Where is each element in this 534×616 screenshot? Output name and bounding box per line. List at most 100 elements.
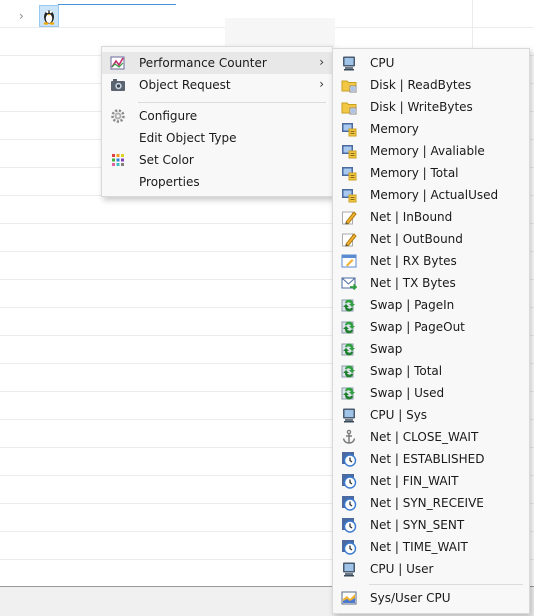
submenu-item-label: Swap — [370, 342, 403, 356]
submenu-item[interactable]: Net | TX Bytes — [333, 272, 529, 294]
submenu-item-label: Disk | WriteBytes — [370, 100, 473, 114]
submenu-item-label: CPU | Sys — [370, 408, 428, 422]
submenu-item-label: Disk | ReadBytes — [370, 78, 472, 92]
submenu-item[interactable]: Net | RX Bytes — [333, 250, 529, 272]
mail-icon — [341, 275, 357, 291]
menu-item-object-request[interactable]: Object Request › — [102, 74, 332, 96]
pencil-icon — [341, 209, 357, 225]
submenu-item-label: Swap | PageOut — [370, 320, 465, 334]
submenu-item[interactable]: Net | SYN_SENT — [333, 514, 529, 536]
tooltip-shadow — [225, 18, 335, 46]
submenu-item-label: CPU — [370, 56, 395, 70]
menu-item-label: Edit Object Type — [139, 131, 237, 145]
memory-icon — [341, 165, 357, 181]
swap-icon — [341, 341, 357, 357]
submenu-item-label: Net | TX Bytes — [370, 276, 456, 290]
menu-item-label: Properties — [139, 175, 200, 189]
menu-item-properties[interactable]: Properties — [102, 171, 332, 193]
swap-icon — [341, 385, 357, 401]
submenu-item[interactable]: Memory — [333, 118, 529, 140]
submenu-item[interactable]: CPU | User — [333, 558, 529, 580]
submenu-item-label: Net | InBound — [370, 210, 453, 224]
submenu-item[interactable]: Net | OutBound — [333, 228, 529, 250]
submenu-arrow-icon: › — [319, 55, 324, 69]
submenu-item[interactable]: Swap | Used — [333, 382, 529, 404]
submenu-item-label: Memory | Total — [370, 166, 459, 180]
clock-icon — [341, 517, 357, 533]
submenu-item-label: Swap | Total — [370, 364, 443, 378]
submenu-item[interactable]: Disk | ReadBytes — [333, 74, 529, 96]
color-grid-icon — [110, 152, 126, 168]
chart-icon — [110, 55, 126, 71]
swap-icon — [341, 363, 357, 379]
monitor-icon — [341, 407, 357, 423]
submenu-item-label: Net | CLOSE_WAIT — [370, 430, 479, 444]
submenu-item[interactable]: Net | InBound — [333, 206, 529, 228]
menu-item-configure[interactable]: Configure — [102, 105, 332, 127]
linux-penguin-icon[interactable] — [39, 5, 59, 27]
submenu-item[interactable]: CPU | Sys — [333, 404, 529, 426]
submenu-item-label: Memory — [370, 122, 419, 136]
selection-underline — [58, 4, 176, 5]
clock-icon — [341, 473, 357, 489]
submenu-item-label: Net | TIME_WAIT — [370, 540, 468, 554]
menu-item-performance-counter[interactable]: Performance Counter › — [102, 52, 332, 74]
submenu-item[interactable]: Net | CLOSE_WAIT — [333, 426, 529, 448]
submenu-item[interactable]: Swap — [333, 338, 529, 360]
clock-icon — [341, 495, 357, 511]
clock-icon — [341, 539, 357, 555]
submenu-item-label: Swap | PageIn — [370, 298, 455, 312]
submenu-item-label: Net | ESTABLISHED — [370, 452, 485, 466]
submenu-arrow-icon: › — [319, 77, 324, 91]
submenu-item-label: Net | SYN_SENT — [370, 518, 465, 532]
menu-item-label: Object Request — [139, 78, 231, 92]
submenu-item-label: Memory | Avaliable — [370, 144, 485, 158]
submenu-item-label: CPU | User — [370, 562, 434, 576]
menu-item-label: Configure — [139, 109, 198, 123]
menu-item-label: Set Color — [139, 153, 194, 167]
pencil-icon — [341, 231, 357, 247]
monitor-icon — [341, 561, 357, 577]
swap-icon — [341, 319, 357, 335]
monitor-icon — [341, 55, 357, 71]
submenu-item[interactable]: Memory | Total — [333, 162, 529, 184]
menu-item-edit-object-type[interactable]: Edit Object Type — [102, 127, 332, 149]
submenu-item-label: Net | OutBound — [370, 232, 463, 246]
area-chart-icon — [341, 590, 357, 606]
anchor-icon — [341, 429, 357, 445]
camera-icon — [110, 77, 126, 93]
folder-icon — [341, 99, 357, 115]
submenu-item-label: Swap | Used — [370, 386, 445, 400]
menu-item-label: Performance Counter — [139, 56, 267, 70]
submenu-item[interactable]: Swap | PageOut — [333, 316, 529, 338]
submenu-item[interactable]: Net | SYN_RECEIVE — [333, 492, 529, 514]
folder-icon — [341, 77, 357, 93]
submenu-item-label: Memory | ActualUsed — [370, 188, 499, 202]
clock-icon — [341, 451, 357, 467]
submenu-separator — [369, 584, 523, 585]
submenu-item[interactable]: Net | FIN_WAIT — [333, 470, 529, 492]
submenu-item[interactable]: CPU — [333, 52, 529, 74]
menu-separator — [138, 102, 326, 103]
submenu-item[interactable]: Disk | WriteBytes — [333, 96, 529, 118]
submenu-item-label: Net | SYN_RECEIVE — [370, 496, 484, 510]
submenu-item[interactable]: Net | TIME_WAIT — [333, 536, 529, 558]
memory-icon — [341, 143, 357, 159]
submenu-item-label: Net | RX Bytes — [370, 254, 457, 268]
tree-expand-chevron-icon[interactable]: › — [19, 9, 24, 23]
submenu-item[interactable]: Net | ESTABLISHED — [333, 448, 529, 470]
performance-counter-submenu: CPU Disk | ReadBytes Disk | WriteBytes Memo… — [332, 48, 530, 614]
submenu-item-sys-user-cpu[interactable]: Sys/User CPU — [333, 587, 529, 609]
submenu-item-label: Sys/User CPU — [370, 591, 451, 605]
context-menu: Performance Counter › Object Request › C… — [101, 46, 333, 197]
submenu-item[interactable]: Memory | Avaliable — [333, 140, 529, 162]
gear-icon — [110, 108, 126, 124]
submenu-item[interactable]: Swap | Total — [333, 360, 529, 382]
submenu-item-label: Net | FIN_WAIT — [370, 474, 459, 488]
submenu-item[interactable]: Memory | ActualUsed — [333, 184, 529, 206]
memory-icon — [341, 121, 357, 137]
menu-item-set-color[interactable]: Set Color — [102, 149, 332, 171]
swap-icon — [341, 297, 357, 313]
memory-icon — [341, 187, 357, 203]
submenu-item[interactable]: Swap | PageIn — [333, 294, 529, 316]
